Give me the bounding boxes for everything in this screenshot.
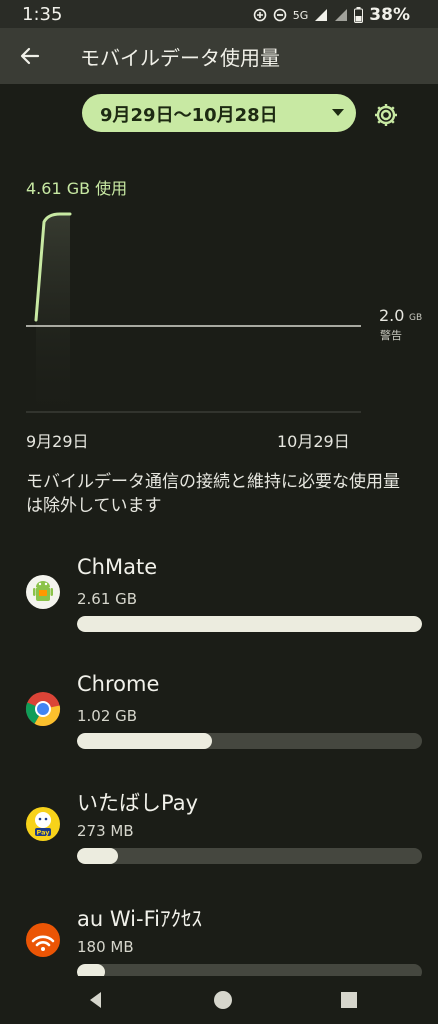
app-usage-bar-fill	[77, 848, 119, 864]
chart-start-date: 9月29日	[26, 432, 89, 451]
app-name: いたばしPay	[77, 791, 199, 815]
app-usage-size: 180 MB	[77, 938, 134, 956]
au-wifi-icon	[26, 923, 60, 957]
chart-end-date: 10月29日	[277, 432, 350, 451]
warning-value: 2.0	[379, 306, 405, 325]
signal-icon-2	[335, 9, 348, 21]
app-usage-bar	[77, 616, 422, 632]
usage-total: 4.61 GB 使用	[26, 179, 128, 198]
data-saver-icon	[253, 8, 267, 22]
system-nav-bar	[0, 976, 438, 1024]
page-title: モバイルデータ使用量	[80, 46, 280, 70]
settings-gear-icon[interactable]	[372, 101, 400, 129]
cycle-date-label: 9月29日〜10月28日	[100, 105, 278, 126]
back-arrow-icon	[20, 47, 40, 65]
signal-icon	[315, 9, 328, 21]
chmate-android-icon	[26, 575, 60, 609]
app-usage-bar-fill	[77, 616, 422, 632]
back-button[interactable]	[12, 38, 48, 74]
usage-notice: モバイルデータ通信の接続と維持に必要な使用量は除外しています	[26, 472, 400, 516]
nav-recents-icon[interactable]	[337, 988, 361, 1012]
do-not-disturb-icon	[273, 8, 287, 22]
network-type-label: 5G	[292, 8, 309, 22]
app-usage-bar-fill	[77, 733, 212, 749]
app-usage-size: 2.61 GB	[77, 590, 138, 608]
app-name: ChMate	[77, 555, 158, 579]
status-bar: 1:35 5G 38%	[0, 0, 438, 28]
chrome-icon	[25, 692, 61, 727]
warning-label: 警告	[380, 329, 402, 342]
app-name: Chrome	[77, 672, 160, 696]
warning-unit: GB	[409, 313, 423, 323]
itabashi-pay-icon: Pay	[26, 807, 60, 841]
battery-percentage: 38%	[369, 5, 410, 25]
svg-text:Pay: Pay	[36, 829, 50, 837]
nav-home-icon[interactable]	[211, 988, 235, 1012]
app-row-chrome[interactable]: Chrome 1.02 GB	[0, 667, 438, 777]
dropdown-arrow-icon	[332, 109, 344, 116]
app-row-itabashi-pay[interactable]: Pay いたばしPay 273 MB	[0, 782, 438, 892]
app-usage-size: 273 MB	[77, 822, 134, 840]
status-icons: 5G 38%	[253, 5, 410, 25]
cycle-date-dropdown[interactable]: 9月29日〜10月28日	[82, 94, 356, 132]
nav-back-icon[interactable]	[84, 988, 108, 1012]
app-usage-bar	[77, 733, 422, 749]
app-usage-bar	[77, 848, 422, 864]
battery-icon	[354, 7, 364, 23]
app-usage-size: 1.02 GB	[77, 707, 138, 725]
usage-chart	[26, 212, 361, 413]
app-name: au Wi-Fiｱｸｾｽ	[77, 907, 202, 931]
app-bar: モバイルデータ使用量	[0, 28, 438, 84]
status-time: 1:35	[22, 4, 63, 25]
app-row-chmate[interactable]: ChMate 2.61 GB	[0, 550, 438, 660]
